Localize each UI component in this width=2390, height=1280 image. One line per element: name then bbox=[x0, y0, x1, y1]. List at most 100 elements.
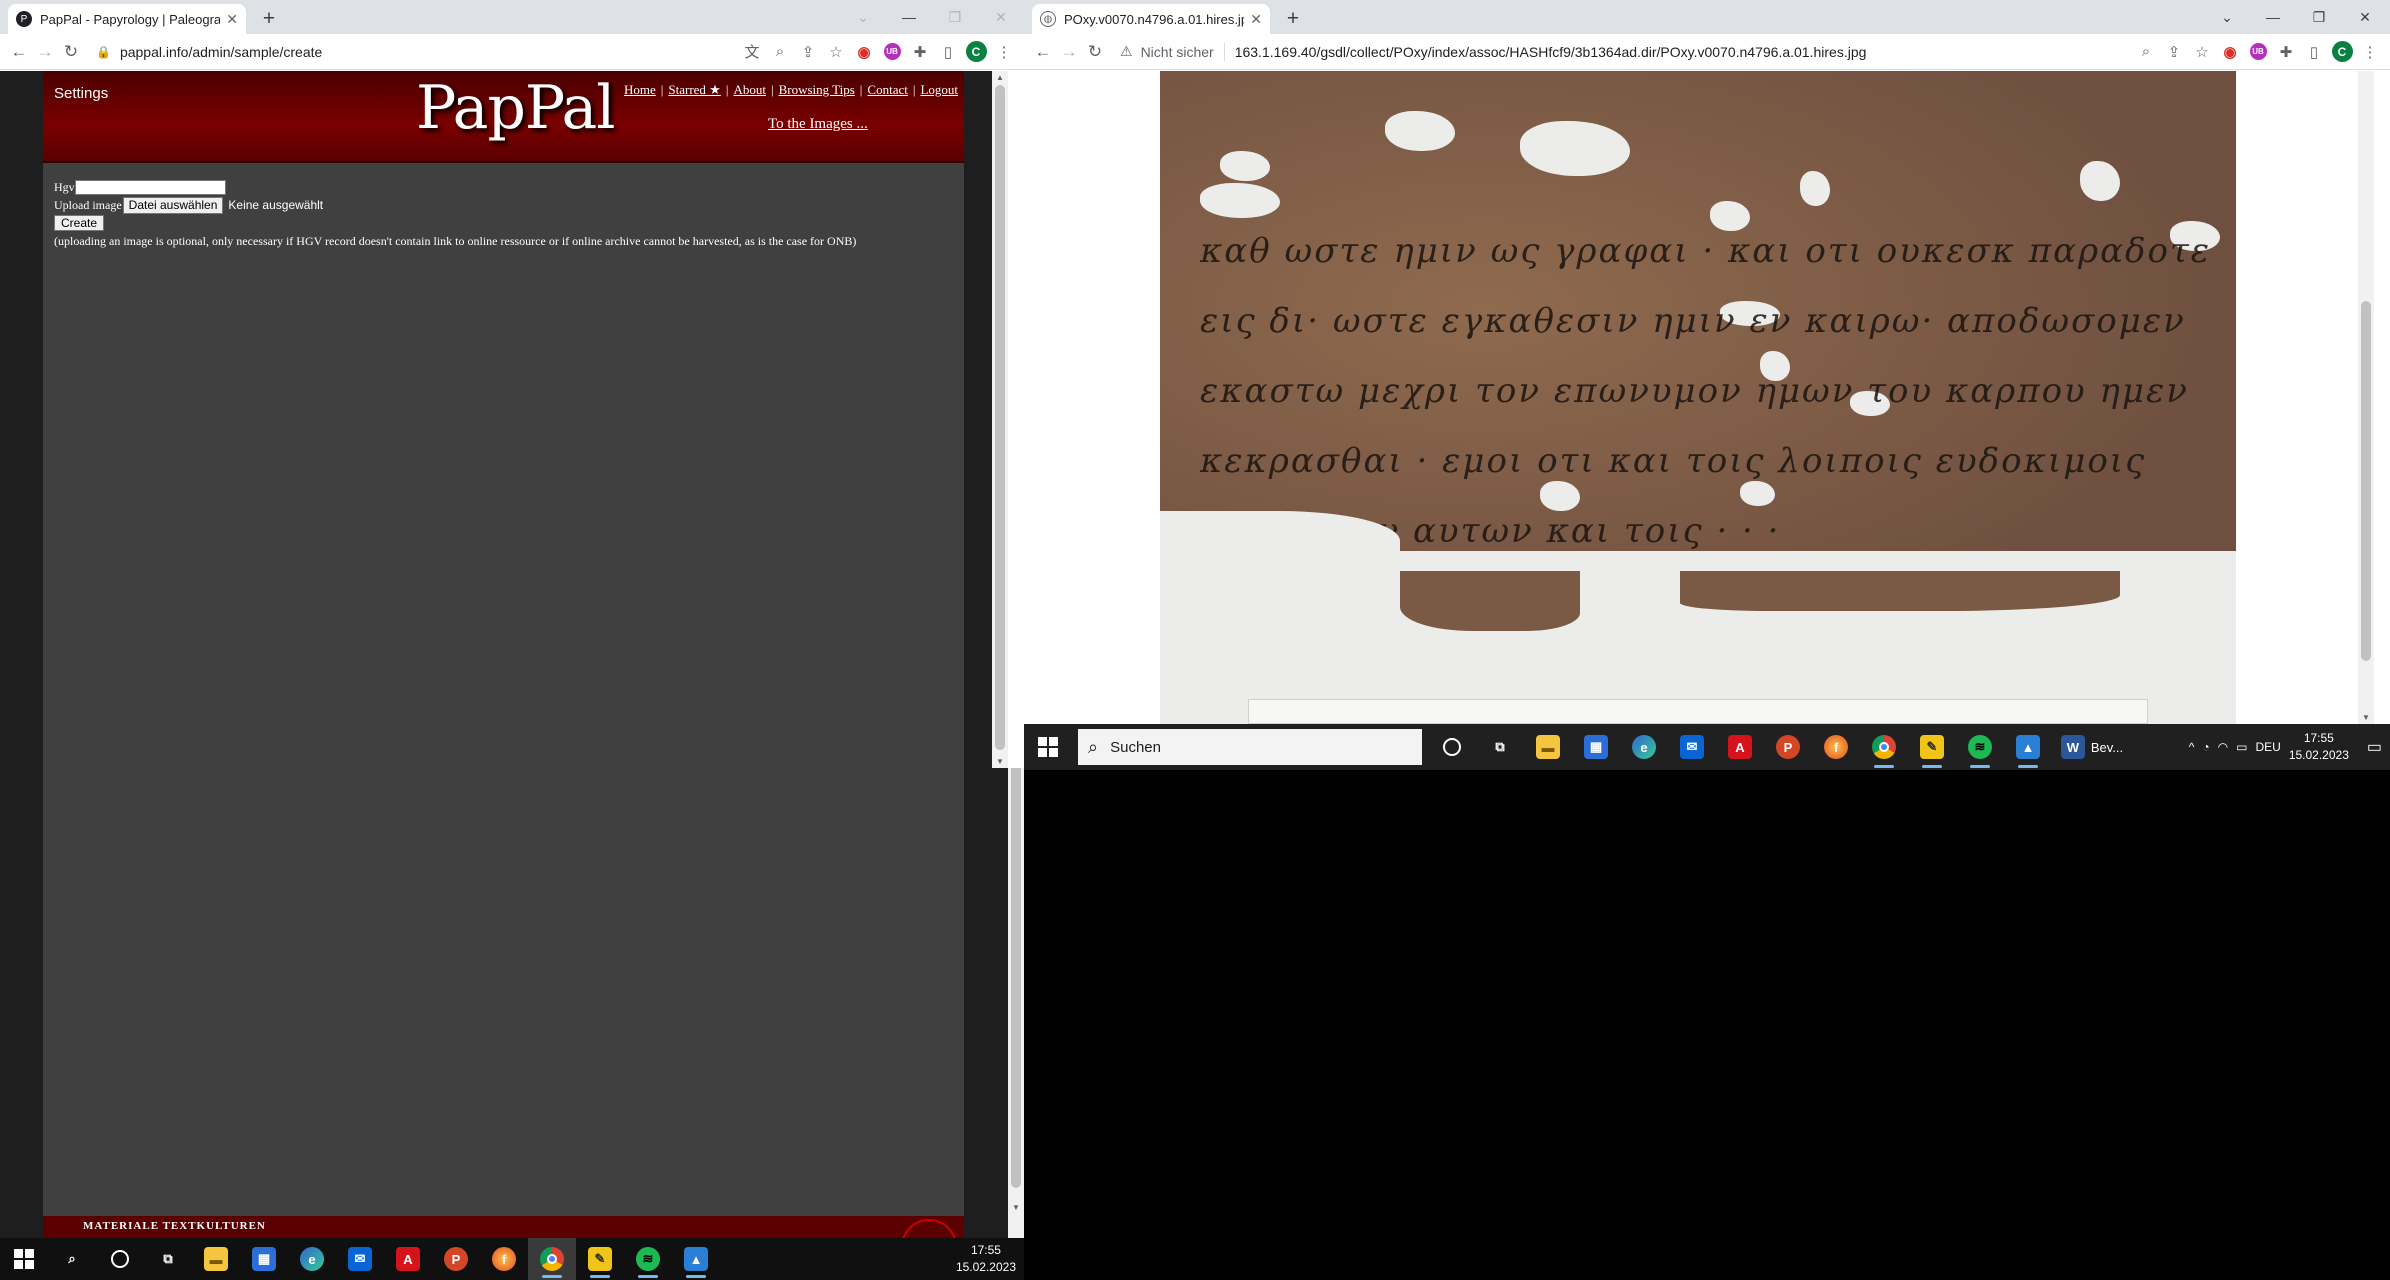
star-icon[interactable]: ☆ bbox=[2188, 39, 2216, 65]
app-word[interactable]: W Bev... bbox=[2052, 724, 2132, 770]
sidepanel-icon[interactable]: ▯ bbox=[2300, 39, 2328, 65]
language-indicator[interactable]: DEU bbox=[2255, 740, 2280, 754]
settings-link[interactable]: Settings bbox=[54, 85, 108, 102]
start-button[interactable] bbox=[1024, 724, 1072, 770]
profile-button[interactable]: C bbox=[2328, 39, 2356, 65]
tab-pappal[interactable]: P PapPal - Papyrology | Paleography ✕ bbox=[8, 4, 246, 34]
app-firefox[interactable]: f bbox=[1812, 724, 1860, 770]
chevron-down-icon[interactable]: ⌄ bbox=[2204, 0, 2250, 34]
clock[interactable]: 17:55 15.02.2023 bbox=[2289, 730, 2349, 764]
puzzle-icon[interactable]: ✚ bbox=[906, 39, 934, 65]
share-icon[interactable]: ⇪ bbox=[794, 39, 822, 65]
nav-starred[interactable]: Starred ★ bbox=[668, 82, 720, 98]
nav-home[interactable]: Home bbox=[624, 82, 656, 98]
extension-red-icon[interactable]: ◉ bbox=[2216, 39, 2244, 65]
app-chrome[interactable] bbox=[528, 1238, 576, 1280]
new-tab-button[interactable]: + bbox=[1280, 6, 1306, 32]
reload-icon[interactable]: ↻ bbox=[58, 39, 84, 65]
app-edge[interactable]: e bbox=[288, 1238, 336, 1280]
site-logo[interactable]: PapPal bbox=[416, 73, 615, 143]
zoom-icon[interactable]: ⌕ bbox=[2132, 39, 2160, 65]
reload-icon[interactable]: ↻ bbox=[1082, 39, 1108, 65]
restore-icon[interactable]: ❐ bbox=[2296, 0, 2342, 34]
clock[interactable]: 17:55 15.02.2023 bbox=[956, 1242, 1016, 1276]
tab-poxy-image[interactable]: ◍ POxy.v0070.n4796.a.01.hires.jpg ✕ bbox=[1032, 4, 1270, 34]
star-icon[interactable]: ☆ bbox=[822, 39, 850, 65]
chevron-down-icon[interactable]: ⌄ bbox=[840, 0, 886, 34]
scroll-down-icon[interactable]: ▼ bbox=[1011, 1203, 1021, 1212]
scroll-up-icon[interactable]: ▲ bbox=[995, 73, 1005, 82]
app-powerpoint[interactable]: P bbox=[1764, 724, 1812, 770]
restore-icon[interactable]: ❐ bbox=[932, 0, 978, 34]
app-chrome[interactable] bbox=[1860, 724, 1908, 770]
app-spotify[interactable]: ≋ bbox=[1956, 724, 2004, 770]
close-icon[interactable]: ✕ bbox=[1250, 11, 1262, 28]
app-notepad[interactable]: ✎ bbox=[576, 1238, 624, 1280]
puzzle-icon[interactable]: ✚ bbox=[2272, 39, 2300, 65]
nav-logout[interactable]: Logout bbox=[920, 82, 958, 98]
nav-browsing-tips[interactable]: Browsing Tips bbox=[779, 82, 855, 98]
app-file-explorer[interactable]: ▬ bbox=[192, 1238, 240, 1280]
taskbar-search[interactable]: ⌕ Suchen bbox=[1078, 729, 1422, 765]
start-button[interactable] bbox=[0, 1238, 48, 1280]
vertical-scrollbar-right[interactable]: ▼ bbox=[2358, 71, 2374, 724]
new-tab-button[interactable]: + bbox=[256, 6, 282, 32]
to-images-link[interactable]: To the Images ... bbox=[768, 116, 868, 133]
back-icon[interactable]: ← bbox=[6, 39, 32, 65]
extension-red-icon[interactable]: ◉ bbox=[850, 39, 878, 65]
zoom-icon[interactable]: ⌕ bbox=[766, 39, 794, 65]
vertical-scrollbar[interactable]: ▲ ▼ bbox=[992, 71, 1008, 768]
cortana-button[interactable] bbox=[96, 1238, 144, 1280]
battery-icon[interactable]: ▭ bbox=[2236, 740, 2247, 754]
app-acrobat[interactable]: A bbox=[1716, 724, 1764, 770]
app-mail[interactable]: ✉ bbox=[1668, 724, 1716, 770]
app-spotify[interactable]: ≋ bbox=[624, 1238, 672, 1280]
url-field[interactable]: ⚠ Nicht sicher 163.1.169.40/gsdl/collect… bbox=[1114, 38, 2126, 66]
forward-icon[interactable]: → bbox=[1056, 39, 1082, 65]
app-mail[interactable]: ✉ bbox=[336, 1238, 384, 1280]
network-status-icon[interactable]: ◔ bbox=[2202, 740, 2209, 754]
chevron-up-icon[interactable]: ^ bbox=[2189, 740, 2195, 754]
create-button[interactable]: Create bbox=[54, 215, 105, 231]
app-store[interactable]: ▦ bbox=[240, 1238, 288, 1280]
nav-about[interactable]: About bbox=[733, 82, 766, 98]
scroll-down-icon[interactable]: ▼ bbox=[2361, 713, 2371, 722]
minimize-icon[interactable]: — bbox=[886, 0, 932, 34]
notification-icon[interactable]: ▭ bbox=[2367, 737, 2382, 757]
extension-purple[interactable]: UB bbox=[878, 39, 906, 65]
share-icon[interactable]: ⇪ bbox=[2160, 39, 2188, 65]
forward-icon[interactable]: → bbox=[32, 39, 58, 65]
minimize-icon[interactable]: — bbox=[2250, 0, 2296, 34]
close-icon[interactable]: ✕ bbox=[226, 11, 238, 28]
url-field[interactable]: 🔒 pappal.info/admin/sample/create bbox=[90, 38, 732, 66]
papyrus-image[interactable]: καθ ωστε ημιν ως γραφαι · και οτι ουκεσκ… bbox=[1160, 71, 2236, 724]
cortana-button[interactable] bbox=[1428, 724, 1476, 770]
kebab-menu-icon[interactable]: ⋮ bbox=[990, 39, 1018, 65]
sidepanel-icon[interactable]: ▯ bbox=[934, 39, 962, 65]
task-view-button[interactable]: ⧉ bbox=[144, 1238, 192, 1280]
translate-icon[interactable]: 文 bbox=[738, 39, 766, 65]
extension-purple[interactable]: UB bbox=[2244, 39, 2272, 65]
app-acrobat[interactable]: A bbox=[384, 1238, 432, 1280]
app-edge[interactable]: e bbox=[1620, 724, 1668, 770]
app-photos[interactable]: ▲ bbox=[672, 1238, 720, 1280]
scroll-down-icon[interactable]: ▼ bbox=[995, 757, 1005, 766]
choose-file-button[interactable]: Datei auswählen bbox=[122, 196, 224, 214]
search-button[interactable]: ⌕ bbox=[48, 1238, 96, 1280]
task-view-button[interactable]: ⧉ bbox=[1476, 724, 1524, 770]
hgv-input[interactable] bbox=[74, 179, 226, 195]
app-file-explorer[interactable]: ▬ bbox=[1524, 724, 1572, 770]
app-notepad[interactable]: ✎ bbox=[1908, 724, 1956, 770]
app-store[interactable]: ▦ bbox=[1572, 724, 1620, 770]
nav-contact[interactable]: Contact bbox=[867, 82, 907, 98]
kebab-menu-icon[interactable]: ⋮ bbox=[2356, 39, 2384, 65]
app-powerpoint[interactable]: P bbox=[432, 1238, 480, 1280]
scrollbar-thumb-lower[interactable] bbox=[1011, 768, 1021, 1188]
app-firefox[interactable]: f bbox=[480, 1238, 528, 1280]
scrollbar-thumb[interactable] bbox=[995, 85, 1005, 750]
back-icon[interactable]: ← bbox=[1030, 39, 1056, 65]
profile-button[interactable]: C bbox=[962, 39, 990, 65]
close-window-icon[interactable]: ✕ bbox=[978, 0, 1024, 34]
wifi-icon[interactable]: ◠ bbox=[2218, 740, 2228, 754]
scrollbar-thumb[interactable] bbox=[2361, 301, 2371, 661]
